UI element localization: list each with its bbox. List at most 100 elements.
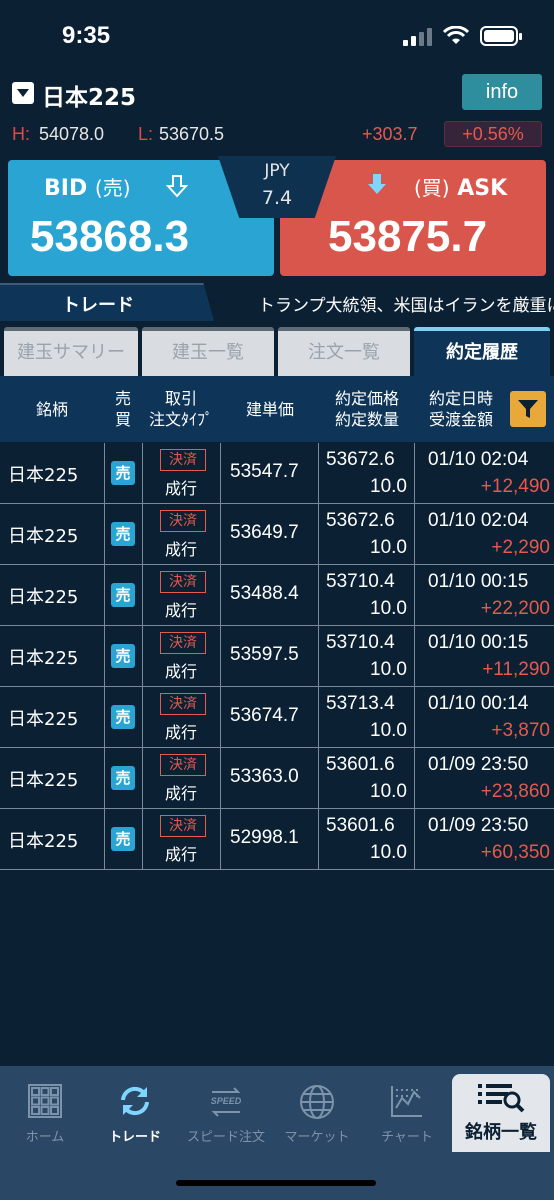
column-divider bbox=[414, 687, 415, 747]
column-divider bbox=[104, 687, 105, 747]
bid-price: 53868.3 bbox=[30, 212, 190, 261]
battery-icon bbox=[480, 26, 522, 46]
nav-market[interactable]: マーケット bbox=[272, 1066, 362, 1154]
col-side: 売買 bbox=[114, 389, 131, 429]
nav-speed-order[interactable]: SPEED スピード注文 bbox=[180, 1066, 272, 1154]
column-divider bbox=[104, 626, 105, 686]
table-row[interactable]: 日本225 売決済 成行 53674.7 53713.4 10.0 01/10 00:14 +… bbox=[0, 687, 554, 748]
order-type: 成行 bbox=[165, 662, 198, 681]
column-divider bbox=[142, 748, 143, 808]
table-row[interactable]: 日本225 売 決済 成行 52998.1 53601.6 10.0 01/09 23:50 +… bbox=[0, 809, 554, 870]
exec-price: 53672.6 bbox=[326, 449, 395, 470]
order-type: 成行 bbox=[165, 540, 198, 559]
column-divider bbox=[318, 687, 319, 747]
news-ticker[interactable]: トランプ大統領、米国はイランを厳重に bbox=[258, 291, 554, 316]
change-value: +303.7 bbox=[362, 124, 418, 144]
exec-quantity: 10.0 bbox=[370, 842, 407, 863]
high-low-row: H: 54078.0 L: 53670.5 +303.7 +0.56% bbox=[0, 118, 554, 152]
exec-datetime: 01/10 02:04 bbox=[428, 449, 529, 470]
column-divider bbox=[104, 809, 105, 869]
table-row[interactable]: 日本225 売決済 成行 53649.7 53672.6 10.0 01/10 02:04 +… bbox=[0, 504, 554, 565]
nav-chart[interactable]: チャート bbox=[362, 1066, 452, 1154]
symbol-header: 日本225 info bbox=[0, 70, 554, 116]
settlement-amount: +23,860 bbox=[480, 781, 550, 802]
trade-ticker-row: トレード トランプ大統領、米国はイランを厳重に bbox=[0, 283, 554, 321]
exec-price: 53601.6 bbox=[326, 754, 395, 775]
column-divider bbox=[142, 565, 143, 625]
exec-datetime: 01/10 00:15 bbox=[428, 571, 529, 592]
filter-button[interactable] bbox=[510, 391, 546, 427]
low-label: L: bbox=[138, 124, 154, 144]
filter-icon bbox=[518, 400, 538, 418]
col-exec-date: 約定日時 受渡金額 bbox=[428, 389, 493, 429]
column-divider bbox=[414, 809, 415, 869]
table-row[interactable]: 日本225 売決済 成行 53363.0 53601.6 10.0 01/09 23:50 +… bbox=[0, 748, 554, 809]
high-value: 54078.0 bbox=[39, 124, 105, 144]
svg-text:SPEED: SPEED bbox=[211, 1096, 242, 1106]
column-divider bbox=[220, 443, 221, 503]
open-price: 53597.5 bbox=[230, 644, 299, 665]
tab-trade[interactable]: トレード bbox=[0, 283, 214, 321]
row-symbol: 日本225 bbox=[8, 831, 79, 852]
exec-price: 53710.4 bbox=[326, 571, 395, 592]
order-type: 成行 bbox=[165, 845, 198, 864]
nav-chart-label: チャート bbox=[381, 1130, 433, 1145]
symbol-dropdown-icon[interactable] bbox=[12, 82, 34, 104]
nav-symbol-list[interactable]: 銘柄一覧 bbox=[452, 1074, 550, 1152]
nav-symbol-list-label: 銘柄一覧 bbox=[465, 1122, 537, 1143]
col-order-type: 取引 注文ﾀｲﾌﾟ bbox=[148, 389, 213, 429]
column-divider bbox=[220, 626, 221, 686]
nav-trade[interactable]: トレード bbox=[90, 1066, 180, 1154]
settlement-amount: +3,870 bbox=[491, 720, 550, 741]
list-search-icon bbox=[478, 1084, 525, 1113]
home-indicator[interactable] bbox=[176, 1180, 376, 1186]
info-button[interactable]: info bbox=[462, 74, 542, 110]
exec-quantity: 10.0 bbox=[370, 598, 407, 619]
tab-order-list[interactable]: 注文一覧 bbox=[278, 327, 410, 376]
table-row[interactable]: 日本225 売決済 成行 53597.5 53710.4 10.0 01/10 00:15 +… bbox=[0, 626, 554, 687]
exec-datetime: 01/09 23:50 bbox=[428, 815, 529, 836]
tab-execution-history[interactable]: 約定履歴 bbox=[414, 327, 550, 376]
exec-price: 53710.4 bbox=[326, 632, 395, 653]
globe-icon bbox=[300, 1085, 334, 1119]
exec-price: 53672.6 bbox=[326, 510, 395, 531]
column-divider bbox=[220, 504, 221, 564]
nav-home[interactable]: ホーム bbox=[0, 1066, 90, 1154]
open-price: 53488.4 bbox=[230, 583, 299, 604]
tab-position-list[interactable]: 建玉一覧 bbox=[142, 327, 274, 376]
table-row[interactable]: 日本225 売決済 成行 53488.4 53710.4 10.0 01/10 00:15 +… bbox=[0, 565, 554, 626]
nav-speed-label: スピード注文 bbox=[186, 1130, 265, 1145]
column-divider bbox=[414, 504, 415, 564]
history-subtabs: 建玉サマリー 建玉一覧 注文一覧 約定履歴 bbox=[0, 324, 554, 376]
exec-price: 53601.6 bbox=[326, 815, 395, 836]
home-grid-icon bbox=[28, 1084, 62, 1118]
bid-label: BID (売) bbox=[44, 176, 131, 201]
settlement-amount: +22,200 bbox=[480, 598, 550, 619]
spread-value: 7.4 bbox=[261, 187, 293, 209]
column-divider bbox=[220, 809, 221, 869]
tab-position-summary[interactable]: 建玉サマリー bbox=[4, 327, 138, 376]
column-divider bbox=[142, 443, 143, 503]
col-exec-price: 約定価格 約定数量 bbox=[334, 389, 399, 429]
cellular-signal-icon bbox=[403, 28, 432, 46]
symbol-name[interactable]: 日本225 bbox=[42, 78, 136, 112]
column-divider bbox=[414, 565, 415, 625]
settle-badge: 決済 bbox=[160, 449, 206, 471]
settle-badge: 決済 bbox=[160, 571, 206, 593]
status-bar: 9:35 bbox=[0, 0, 554, 70]
ask-price: 53875.7 bbox=[328, 212, 488, 261]
exec-datetime: 01/10 00:14 bbox=[428, 693, 529, 714]
column-divider bbox=[318, 443, 319, 503]
column-divider bbox=[318, 809, 319, 869]
col-symbol: 銘柄 bbox=[35, 399, 68, 419]
exec-datetime: 01/09 23:50 bbox=[428, 754, 529, 775]
ask-label: (買) ASK bbox=[414, 176, 508, 201]
column-divider bbox=[104, 443, 105, 503]
settle-badge: 決済 bbox=[160, 754, 206, 776]
exec-datetime: 01/10 00:15 bbox=[428, 632, 529, 653]
settlement-amount: +12,490 bbox=[480, 476, 550, 497]
sell-badge: 売 bbox=[111, 461, 135, 485]
table-row[interactable]: 日本225 売決済 成行 53547.7 53672.6 10.0 01/10 02:04 +… bbox=[0, 443, 554, 504]
column-divider bbox=[142, 504, 143, 564]
low-value: 53670.5 bbox=[159, 124, 225, 144]
